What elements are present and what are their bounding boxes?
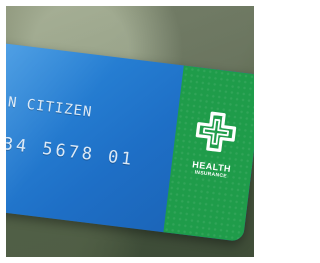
brand-panel: HEALTH INSURANCE [163, 65, 254, 242]
health-insurance-card: N CITIZEN 34 5678 01 HEALTH INSURANCE [6, 42, 254, 242]
card-number: 34 5678 01 [6, 134, 136, 171]
brand-text: HEALTH INSURANCE [177, 157, 246, 181]
medical-cross-icon [195, 111, 237, 153]
card-holder-name: N CITIZEN [7, 94, 94, 121]
photo: N CITIZEN 34 5678 01 HEALTH INSURANCE [6, 6, 254, 257]
